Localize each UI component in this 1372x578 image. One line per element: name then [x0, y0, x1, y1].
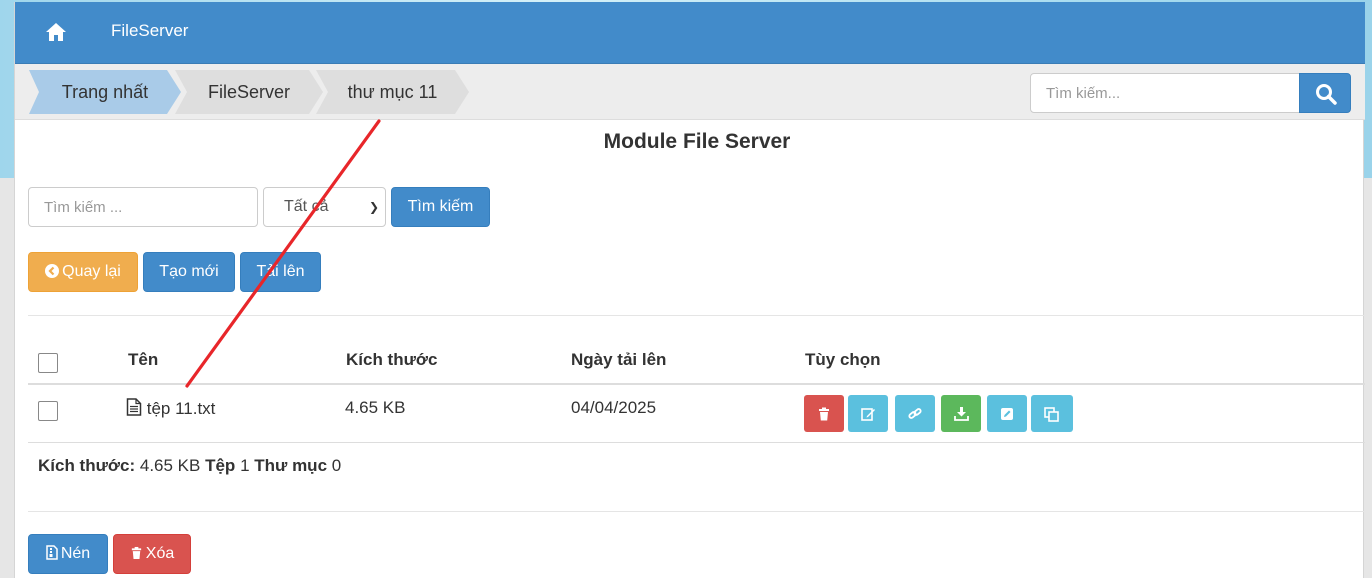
trash-icon: [131, 546, 141, 560]
file-text-icon: [126, 398, 142, 416]
folder-summary: Kích thước: 4.65 KB Tệp 1 Thư mục 0: [38, 456, 341, 476]
column-header-options: Tùy chọn: [805, 350, 881, 369]
row-checkbox[interactable]: [38, 401, 58, 421]
breadcrumb-item-home[interactable]: Trang nhất: [29, 70, 181, 114]
breadcrumb: Trang nhất FileServer thư mục 11: [15, 64, 1365, 120]
chevron-down-icon: ❯: [368, 200, 379, 214]
copy-file-button[interactable]: [1031, 395, 1073, 432]
summary-files-value: 1: [240, 456, 250, 475]
breadcrumb-label: Trang nhất: [61, 82, 149, 102]
chevron-left-circle-icon: [45, 264, 60, 278]
breadcrumb-item-folder[interactable]: thư mục 11: [316, 70, 469, 114]
file-date: 04/04/2025: [571, 398, 657, 417]
summary-size-value: 4.65 KB: [139, 456, 201, 475]
column-header-name[interactable]: Tên: [128, 350, 158, 370]
copy-icon: [1044, 407, 1059, 422]
edit-file-button[interactable]: [848, 395, 888, 432]
summary-folders-value: 0: [331, 456, 342, 475]
brand-link[interactable]: FileServer: [111, 21, 188, 41]
breadcrumb-label: thư mục 11: [347, 82, 438, 102]
table-header-divider: [28, 383, 1365, 385]
filter-select-value: Tất cả: [284, 198, 329, 215]
home-icon[interactable]: [45, 22, 67, 42]
search-icon: [1316, 84, 1337, 105]
link-icon: [908, 408, 922, 419]
main-panel: FileServer Trang nhất FileServer thư mục…: [14, 2, 1365, 578]
top-search-button[interactable]: [1299, 73, 1351, 113]
back-label: Quay lại: [62, 263, 121, 280]
delete-label: Xóa: [145, 545, 175, 562]
back-button[interactable]: Quay lại: [28, 252, 138, 292]
summary-size-label: Kích thước:: [38, 456, 136, 475]
file-name-link[interactable]: tệp 11.txt: [126, 398, 215, 419]
rename-file-button[interactable]: [987, 395, 1027, 432]
file-name: tệp 11.txt: [146, 399, 216, 418]
filter-search-button[interactable]: Tìm kiếm: [391, 187, 490, 227]
file-size: 4.65 KB: [345, 398, 406, 417]
trash-icon: [819, 407, 829, 421]
summary-folders-label: Thư mục: [254, 456, 328, 475]
download-icon: [954, 407, 969, 421]
filter-type-select[interactable]: Tất cả ❯: [263, 187, 386, 227]
link-file-button[interactable]: [895, 395, 935, 432]
delete-selected-button[interactable]: Xóa: [113, 534, 191, 574]
top-search-input[interactable]: [1030, 73, 1300, 113]
summary-files-label: Tệp: [205, 456, 236, 475]
download-file-button[interactable]: [941, 395, 981, 432]
table-row-divider: [28, 442, 1365, 443]
delete-file-button[interactable]: [804, 395, 844, 432]
top-navbar: FileServer: [15, 2, 1365, 64]
breadcrumb-label: FileServer: [207, 82, 291, 102]
column-header-date[interactable]: Ngày tải lên: [571, 350, 666, 370]
filter-search-input[interactable]: [28, 187, 258, 227]
compress-button[interactable]: Nén: [28, 534, 108, 574]
divider: [28, 511, 1365, 512]
file-zip-icon: [46, 545, 58, 560]
edit-icon: [861, 408, 875, 421]
breadcrumb-item-fileserver[interactable]: FileServer: [175, 70, 323, 114]
select-all-checkbox[interactable]: [38, 353, 58, 373]
rename-icon: [1001, 408, 1013, 420]
column-header-size[interactable]: Kích thước: [346, 350, 437, 370]
upload-button[interactable]: Tải lên: [240, 252, 321, 292]
divider: [28, 315, 1365, 316]
create-button[interactable]: Tạo mới: [143, 252, 235, 292]
compress-label: Nén: [60, 545, 91, 562]
page-title: Module File Server: [603, 130, 791, 153]
